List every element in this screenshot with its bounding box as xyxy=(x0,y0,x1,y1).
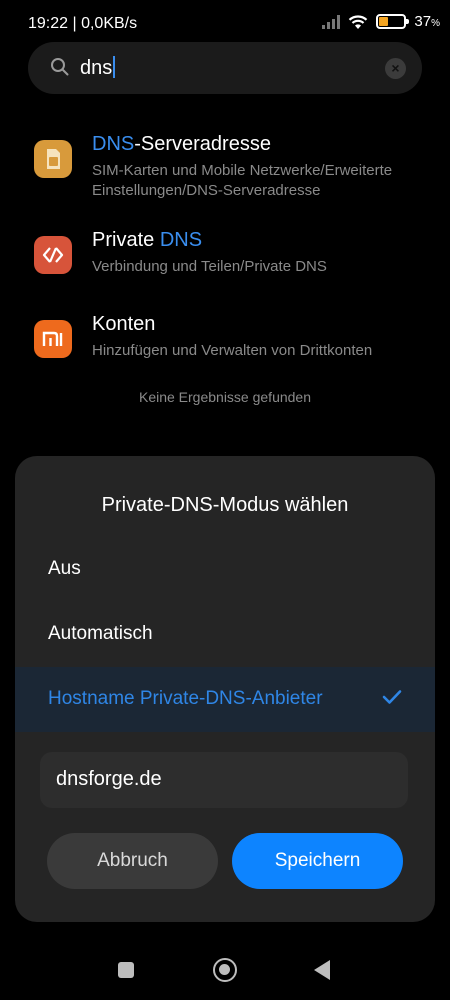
search-result-konten[interactable]: Konten Hinzufügen und Verwalten von Drit… xyxy=(0,313,450,393)
result-title: Private DNS xyxy=(92,229,203,251)
no-results-message: Keine Ergebnisse gefunden xyxy=(138,389,312,405)
result-title: Konten xyxy=(92,313,156,335)
hostname-input[interactable]: dnsforge.de xyxy=(40,752,408,808)
battery-percent: 37% xyxy=(414,13,440,30)
checkmark-icon xyxy=(382,690,402,704)
result-subtitle: SIM-Karten und Mobile Netzwerke/Erweiter… xyxy=(92,162,393,199)
close-icon: × xyxy=(391,60,400,76)
dialog-title: Private-DNS-Modus wählen xyxy=(101,494,349,516)
option-label: Aus xyxy=(48,558,81,579)
status-icons: 37% xyxy=(322,13,440,30)
mi-logo-icon xyxy=(34,320,72,358)
status-bar: 19:22 | 0,0KB/s 37% xyxy=(0,0,450,40)
option-label: Automatisch xyxy=(48,623,153,644)
option-hostname[interactable]: Hostname Private-DNS-Anbieter xyxy=(15,667,435,732)
clear-search-button[interactable]: × xyxy=(385,58,406,79)
search-result-dns-server[interactable]: DNS-Serveradresse SIM-Karten und Mobile … xyxy=(0,133,450,213)
private-dns-dialog: Private-DNS-Modus wählen Aus Automatisch… xyxy=(15,456,435,922)
square-recents-icon[interactable] xyxy=(118,962,134,978)
back-triangle-icon[interactable] xyxy=(314,960,330,980)
battery-fill xyxy=(379,17,389,26)
result-title: DNS-Serveradresse xyxy=(92,133,271,155)
option-label: Hostname Private-DNS-Anbieter xyxy=(48,688,323,709)
cancel-button[interactable]: Abbruch xyxy=(47,833,218,889)
home-circle-icon[interactable] xyxy=(213,958,237,982)
hostname-value: dnsforge.de xyxy=(56,768,162,790)
search-icon xyxy=(51,58,69,76)
status-time: 19:22 | 0,0KB/s xyxy=(28,15,138,32)
search-result-private-dns[interactable]: Private DNS Verbindung und Teilen/Privat… xyxy=(0,229,450,309)
sim-card-icon xyxy=(34,140,72,178)
signal-icon xyxy=(322,14,341,29)
result-subtitle: Hinzufügen und Verwalten von Drittkonten xyxy=(92,342,373,359)
option-automatisch[interactable]: Automatisch xyxy=(15,602,435,667)
save-button[interactable]: Speichern xyxy=(232,833,403,889)
battery-icon xyxy=(376,14,410,29)
search-bar[interactable]: dns × xyxy=(28,42,422,94)
result-subtitle: Verbindung und Teilen/Private DNS xyxy=(92,258,327,275)
text-caret xyxy=(113,56,116,78)
search-input[interactable]: dns xyxy=(80,56,116,80)
wifi-icon xyxy=(349,14,368,29)
connection-share-icon xyxy=(34,236,72,274)
navigation-bar xyxy=(0,940,450,1000)
option-aus[interactable]: Aus xyxy=(15,537,435,602)
